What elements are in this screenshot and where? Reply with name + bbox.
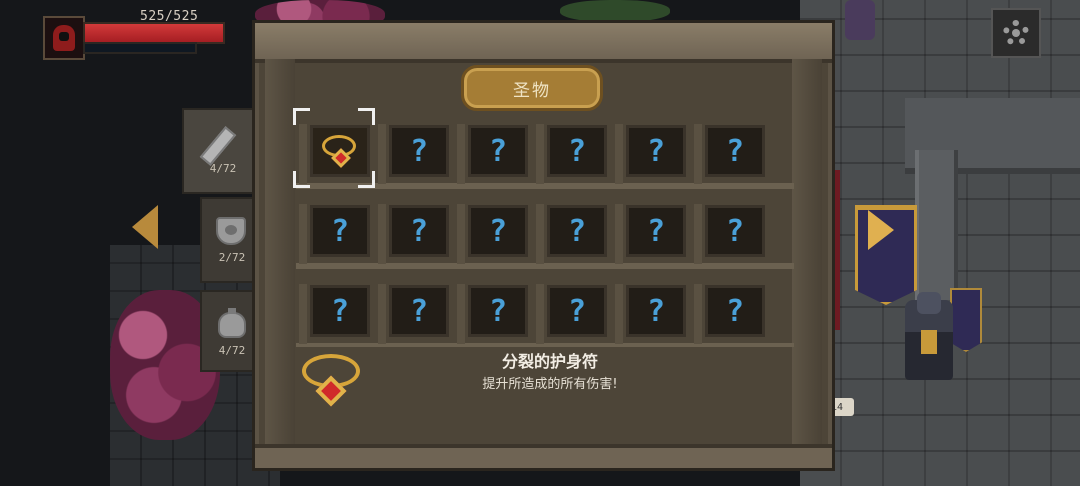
question-mark-icon: ? (488, 293, 508, 329)
gear-icon (1003, 20, 1029, 46)
cabinet-top-trim (255, 23, 832, 63)
locked-relic-slot[interactable]: ? (536, 284, 607, 344)
question-mark-icon: ? (330, 213, 350, 249)
question-mark-icon: ? (488, 133, 508, 169)
health-bar-fill (85, 24, 223, 42)
locked-relic-slot[interactable]: ? (378, 284, 449, 344)
question-mark-icon: ? (646, 213, 666, 249)
hooded-avatar-icon (53, 25, 75, 51)
amulet-icon (298, 352, 366, 414)
locked-relic-slot[interactable]: ? (457, 204, 528, 264)
prev-page-arrow-icon[interactable] (132, 205, 158, 249)
question-mark-icon: ? (567, 133, 587, 169)
question-mark-icon: ? (725, 293, 745, 329)
sword-icon (199, 124, 243, 166)
question-mark-icon: ? (567, 293, 587, 329)
cabinet-post (792, 59, 822, 448)
question-mark-icon: ? (646, 133, 666, 169)
item-name: 分裂的护身符 (501, 352, 598, 371)
locked-relic-slot[interactable]: ? (694, 284, 765, 344)
locked-relic-slot[interactable]: ? (536, 124, 607, 184)
health-bar (83, 22, 225, 44)
locked-relic-slot[interactable]: ? (615, 284, 686, 344)
tab-count: 4/72 (209, 162, 237, 175)
locked-relic-slot[interactable]: ? (299, 284, 370, 344)
locked-relic-slot[interactable]: ? (378, 124, 449, 184)
locked-relic-slot[interactable]: ? (694, 124, 765, 184)
knight-player-character (905, 292, 953, 380)
mana-bar (83, 42, 197, 54)
item-description: 提升所造成的所有伤害! (482, 377, 618, 392)
question-mark-icon: ? (567, 213, 587, 249)
question-mark-icon: ? (409, 213, 429, 249)
question-mark-icon: ? (488, 213, 508, 249)
locked-relic-slot[interactable]: ? (615, 124, 686, 184)
locked-relic-slot[interactable]: ? (536, 204, 607, 264)
question-mark-icon: ? (409, 293, 429, 329)
stone-pillar (915, 150, 958, 300)
selection-cursor (293, 108, 375, 188)
cabinet-post (265, 59, 295, 448)
question-mark-icon: ? (646, 293, 666, 329)
shelf-row: ?????? (296, 275, 794, 347)
cabinet-bottom-trim (255, 444, 832, 468)
locked-relic-slot[interactable]: ? (694, 204, 765, 264)
heraldic-banner-small (950, 288, 982, 352)
locked-relic-slot[interactable]: ? (457, 124, 528, 184)
locked-relic-slot[interactable]: ? (378, 204, 449, 264)
shield-icon (212, 213, 252, 247)
npc-figure (845, 0, 875, 40)
question-mark-icon: ? (409, 133, 429, 169)
question-mark-icon: ? (330, 293, 350, 329)
question-mark-icon: ? (725, 133, 745, 169)
player-portrait[interactable] (43, 16, 85, 60)
settings-button[interactable] (991, 8, 1041, 58)
locked-relic-slot[interactable]: ? (615, 204, 686, 264)
health-text: 525/525 (140, 9, 199, 24)
bush (560, 0, 670, 22)
panel-title: 圣物 (461, 65, 603, 111)
locked-relic-slot[interactable]: ? (457, 284, 528, 344)
bag-icon (212, 306, 252, 340)
shelf-row: ?????? (296, 195, 794, 269)
question-mark-icon: ? (725, 213, 745, 249)
locked-relic-slot[interactable]: ? (299, 204, 370, 264)
next-page-arrow-icon[interactable] (868, 210, 894, 250)
